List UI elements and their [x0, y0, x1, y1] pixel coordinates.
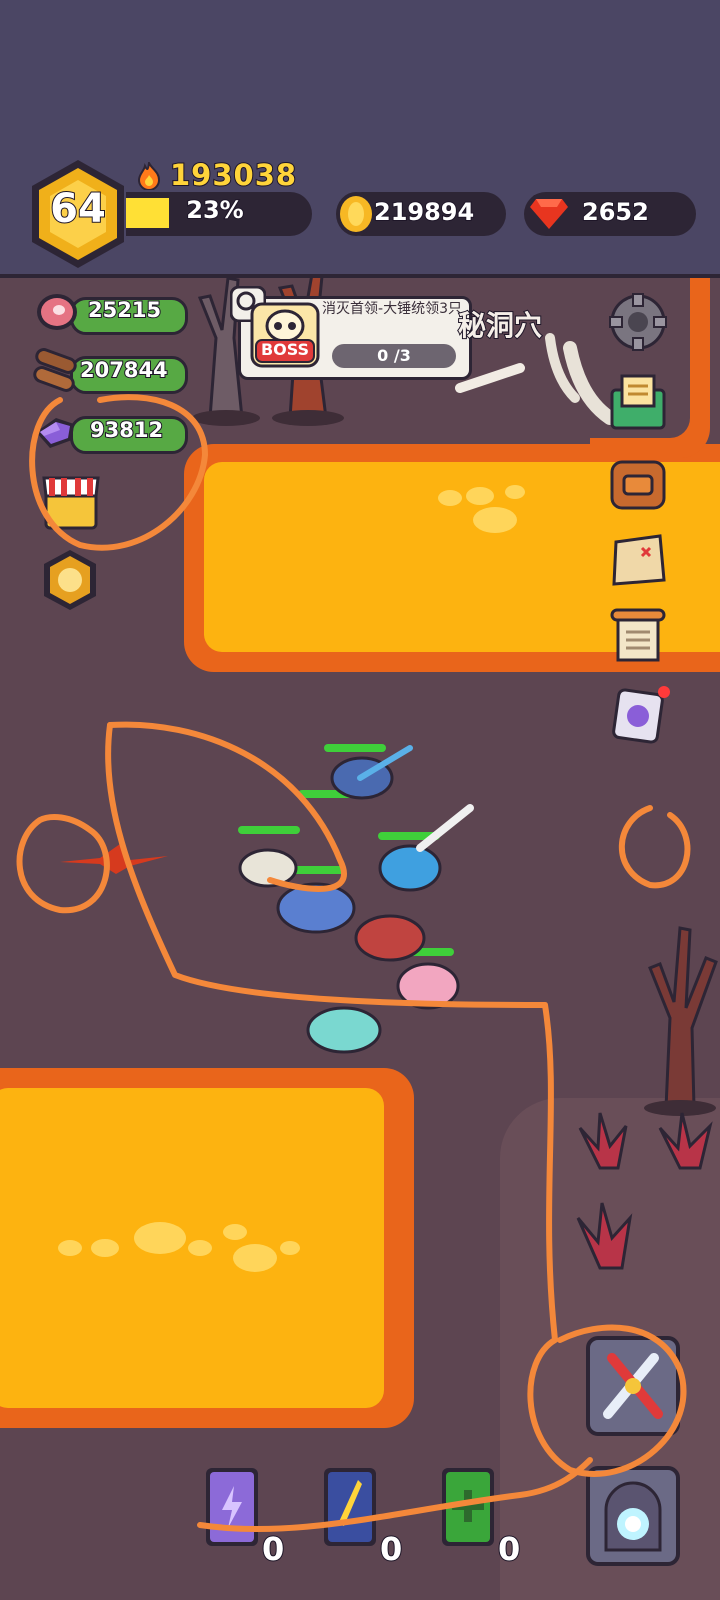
- gem-icon: [526, 195, 572, 234]
- lava-bubbles-upper: [438, 485, 525, 533]
- quest-title: 消灭首领-大锤统领3只: [322, 301, 462, 317]
- skill-book-green[interactable]: [436, 1462, 498, 1550]
- skill-book-blue-count: 0: [379, 1529, 403, 1569]
- ore-value: 93812: [89, 417, 164, 443]
- backpack-icon[interactable]: [608, 452, 668, 512]
- player-level: 64: [49, 185, 107, 233]
- gem-value: 2652: [581, 197, 650, 227]
- battle-button[interactable]: [586, 1336, 680, 1436]
- meat-icon: [37, 294, 77, 330]
- shop-icon[interactable]: [40, 470, 102, 532]
- red-plants: [576, 1112, 713, 1270]
- skill-book-green-count: 0: [497, 1529, 521, 1569]
- boss-card-icon[interactable]: [610, 684, 670, 744]
- wood-icon: [33, 348, 77, 392]
- quest-progress: 0 /3: [377, 346, 411, 365]
- gold-value: 219894: [373, 197, 475, 227]
- scroll-icon[interactable]: [608, 606, 668, 666]
- dead-tree-right: [644, 926, 718, 1116]
- gear-icon[interactable]: [608, 292, 668, 352]
- xp-percent: 23%: [185, 195, 244, 225]
- skill-book-purple-count: 0: [261, 1529, 285, 1569]
- treasure-map-icon[interactable]: [608, 530, 668, 590]
- area-name: 秘洞穴: [457, 308, 543, 343]
- hero-party[interactable]: [220, 738, 500, 1068]
- portal-icon: [604, 1481, 662, 1552]
- skill-book-purple[interactable]: [200, 1462, 262, 1550]
- ore-icon: [36, 418, 74, 448]
- skill-book-blue[interactable]: [318, 1462, 380, 1550]
- wood-value: 207844: [79, 357, 169, 383]
- portal-button[interactable]: [586, 1466, 680, 1566]
- lava-crack: [60, 844, 168, 874]
- swords-icon: [603, 1353, 663, 1419]
- gold-coin-icon: [336, 192, 376, 236]
- lava-bubbles-lower: [58, 1222, 300, 1272]
- mail-icon[interactable]: [608, 372, 668, 432]
- boss-badge: BOSS: [260, 340, 310, 359]
- medal-icon[interactable]: [38, 548, 102, 612]
- power-value: 193038: [169, 157, 298, 193]
- meat-value: 25215: [87, 297, 162, 323]
- fire-icon: [137, 162, 161, 190]
